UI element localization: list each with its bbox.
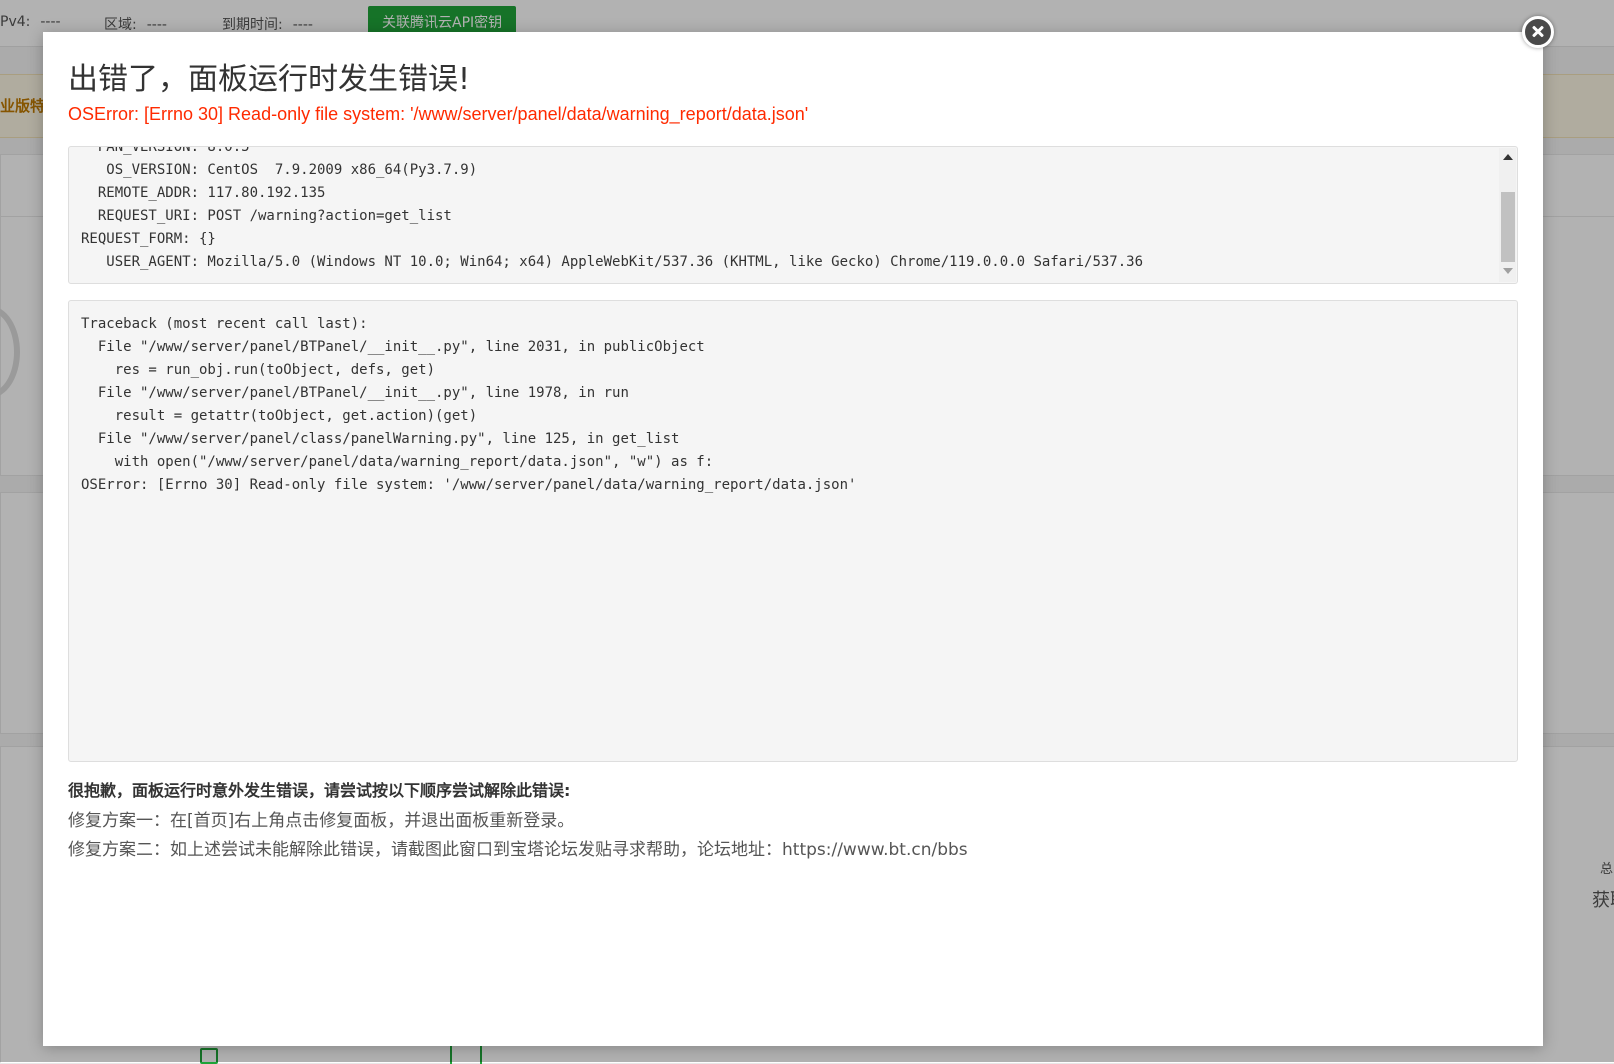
traceback-line: Traceback (most recent call last): [81,316,368,332]
environment-info-text: PAN_VERSION: 8.0.5 OS_VERSION: CentOS 7.… [81,146,1493,274]
traceback-line: OSError: [Errno 30] Read-only file syste… [81,477,857,493]
info-line: REQUEST_URI: POST /warning?action=get_li… [81,208,452,224]
info-line: REMOTE_ADDR: 117.80.192.135 [81,185,326,201]
info-line: USER_AGENT: Mozilla/5.0 (Windows NT 10.0… [81,254,1144,270]
info-line: OS_VERSION: CentOS 7.9.2009 x86_64(Py3.7… [81,162,478,178]
info-scrollbar[interactable] [1499,148,1516,282]
traceback-text: Traceback (most recent call last): File … [81,313,1505,497]
traceback-line: res = run_obj.run(toObject, defs, get) [81,362,436,378]
fix-option-1: 修复方案一：在[首页]右上角点击修复面板，并退出面板重新登录。 [68,811,575,831]
help-title: 很抱歉，面板运行时意外发生错误，请尝试按以下顺序尝试解除此错误: [68,781,571,800]
close-icon[interactable] [1522,16,1554,48]
scroll-thumb[interactable] [1501,192,1515,262]
traceback-line: with open("/www/server/panel/data/warnin… [81,454,714,470]
environment-info-box[interactable]: PAN_VERSION: 8.0.5 OS_VERSION: CentOS 7.… [68,146,1518,284]
fix-option-2: 修复方案二：如上述尝试未能解除此错误，请截图此窗口到宝塔论坛发贴寻求帮助，论坛地… [68,840,968,860]
error-message: OSError: [Errno 30] Read-only file syste… [68,104,809,124]
scroll-up-icon[interactable] [1503,154,1513,160]
dialog-title: 出错了，面板运行时发生错误! [68,62,471,97]
traceback-line: File "/www/server/panel/BTPanel/__init__… [81,339,705,355]
traceback-line: File "/www/server/panel/BTPanel/__init__… [81,385,629,401]
scroll-down-icon[interactable] [1503,268,1513,274]
traceback-line: File "/www/server/panel/class/panelWarni… [81,431,680,447]
error-dialog: 出错了，面板运行时发生错误! OSError: [Errno 30] Read-… [43,32,1543,1046]
traceback-box[interactable]: Traceback (most recent call last): File … [68,300,1518,762]
traceback-line: result = getattr(toObject, get.action)(g… [81,408,478,424]
info-line: REQUEST_FORM: {} [81,231,216,247]
info-line: PAN_VERSION: 8.0.5 [81,146,250,155]
